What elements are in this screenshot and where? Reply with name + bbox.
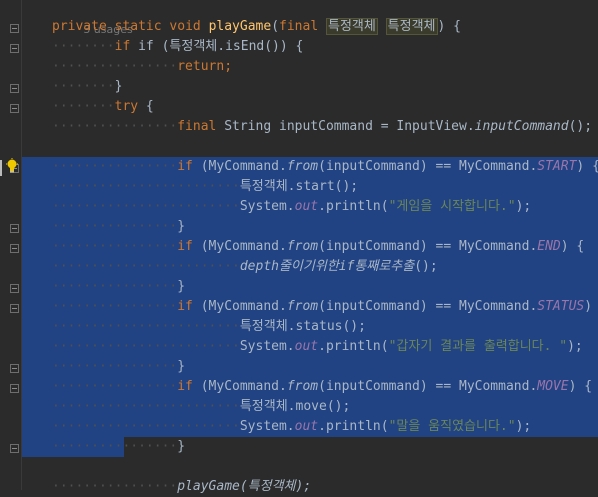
method-call: from — [286, 239, 319, 254]
code-line: ········if if (특정객체.isEnd()) { — [52, 39, 304, 54]
param-name: 특정객체 — [385, 18, 438, 35]
code-line: ················} — [52, 219, 186, 234]
code-text: ) { — [568, 379, 593, 394]
enum-field: END — [537, 239, 561, 254]
method-call: inputCommand — [474, 119, 569, 134]
code-line: ················if (MyCommand.from(input… — [52, 159, 598, 174]
code-text: (inputCommand) == MyCommand. — [318, 299, 538, 314]
code-line: ························특정객체.status(); — [52, 319, 366, 334]
fold-marker-icon[interactable] — [10, 244, 19, 253]
fold-marker-icon[interactable] — [10, 104, 19, 113]
enum-field: START — [537, 159, 577, 174]
code-text: } — [114, 79, 123, 94]
fold-marker-icon[interactable] — [10, 84, 19, 93]
code-text: 특정객체.status(); — [239, 319, 366, 334]
keyword: static — [114, 19, 162, 34]
code-text: 특정객체.move(); — [239, 399, 351, 414]
code-text: } — [177, 279, 186, 294]
code-text: (); — [414, 259, 438, 274]
code-line: ························특정객체.move(); — [52, 399, 351, 414]
keyword: final — [279, 19, 319, 34]
code-editor[interactable]: 3 usages private static void playGame(fi… — [22, 0, 598, 494]
code-line: ················playGame(특정객체); — [52, 479, 312, 494]
static-field: out — [294, 419, 319, 434]
static-field: out — [294, 339, 319, 354]
method-call: from — [286, 159, 319, 174]
code-line: ················final String inputComman… — [52, 119, 593, 134]
code-text: (inputCommand) == MyCommand. — [318, 379, 538, 394]
code-text: (); — [568, 119, 593, 134]
code-text: ) { — [560, 239, 585, 254]
code-line: ························System.out.print… — [52, 419, 532, 434]
fold-marker-icon[interactable] — [10, 304, 19, 313]
enum-field: STATUS — [537, 299, 585, 314]
method-call: depth줄이기위한if통째로추출 — [239, 259, 415, 274]
string-literal: "게임을 시작합니다." — [388, 199, 516, 214]
fold-marker-icon[interactable] — [10, 364, 19, 373]
lightbulb-icon[interactable] — [5, 158, 19, 174]
method-call: from — [286, 379, 319, 394]
code-text: System. — [239, 199, 295, 214]
string-literal: "갑자기 결과를 출력합니다. " — [388, 339, 568, 354]
enum-field: MOVE — [537, 379, 569, 394]
code-text: .println( — [318, 339, 389, 354]
code-line: ················if (MyCommand.from(input… — [52, 297, 598, 317]
code-text: ) { — [576, 159, 598, 174]
keyword: private — [52, 19, 107, 34]
editor-gutter — [0, 0, 22, 490]
code-line: ················return; — [52, 59, 233, 74]
code-line: ························System.out.print… — [52, 339, 583, 354]
text-caret — [0, 160, 2, 176]
code-text: ); — [515, 199, 532, 214]
code-text: System. — [239, 419, 295, 434]
code-text: } — [177, 219, 186, 234]
code-text: (inputCommand) == MyCommand. — [318, 159, 538, 174]
keyword: try — [114, 99, 139, 114]
keyword: final — [177, 119, 217, 134]
fold-marker-icon[interactable] — [10, 444, 19, 453]
param-type: 특정객체 — [325, 18, 378, 35]
code-text: } — [177, 359, 186, 374]
code-text: ); — [567, 339, 583, 354]
code-text: } — [177, 439, 186, 454]
code-line: ························depth줄이기위한if통째로추… — [52, 259, 438, 274]
code-line: ························특정객체.start(); — [52, 179, 359, 194]
code-text: System. — [239, 339, 295, 354]
method-call: from — [286, 299, 319, 314]
code-line: ························System.out.print… — [52, 199, 532, 214]
keyword: return; — [177, 59, 233, 74]
fold-marker-icon[interactable] — [10, 384, 19, 393]
code-text: .println( — [318, 199, 389, 214]
code-text: .println( — [318, 419, 389, 434]
code-text: 특정객체.start(); — [239, 179, 359, 194]
code-line: ················if (MyCommand.from(input… — [52, 379, 593, 394]
code-line: ········try { — [52, 99, 154, 114]
method-name: playGame — [208, 19, 272, 34]
code-text: ) { — [584, 299, 593, 314]
code-line: private static void playGame(final 특정객체 … — [52, 18, 461, 35]
code-text: ); — [515, 419, 532, 434]
code-line: ········} — [52, 79, 123, 94]
code-line: ················} — [52, 439, 186, 454]
code-text: (inputCommand) == MyCommand. — [318, 239, 538, 254]
code-line: ················} — [52, 279, 186, 294]
code-line: ················if (MyCommand.from(input… — [52, 239, 585, 254]
method-call: playGame(특정객체); — [177, 479, 312, 494]
string-literal: "말을 움직였습니다." — [388, 419, 516, 434]
fold-marker-icon[interactable] — [10, 44, 19, 53]
fold-marker-icon[interactable] — [10, 24, 19, 33]
fold-marker-icon[interactable] — [10, 224, 19, 233]
code-text: String inputCommand = InputView. — [224, 119, 475, 134]
code-text: if (특정객체.isEnd()) { — [138, 39, 304, 54]
code-line: ················} — [52, 359, 186, 374]
static-field: out — [294, 199, 319, 214]
keyword: void — [169, 19, 201, 34]
fold-marker-icon[interactable] — [10, 284, 19, 293]
